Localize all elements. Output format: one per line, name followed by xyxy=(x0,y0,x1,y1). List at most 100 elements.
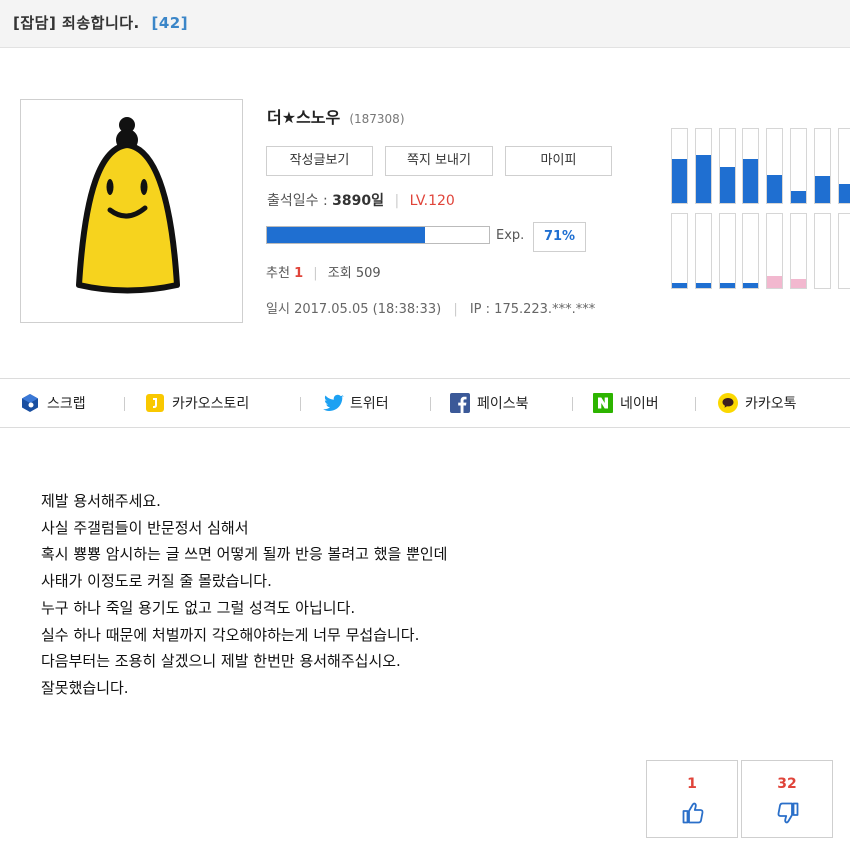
post-title-text: 죄송합니다. xyxy=(62,14,140,32)
activity-bottom-column xyxy=(790,213,807,289)
avatar xyxy=(20,99,243,323)
activity-top-bar xyxy=(743,158,759,203)
share-facebook[interactable]: 페이스북 xyxy=(450,393,529,415)
share-naver[interactable]: 네이버 xyxy=(593,393,659,415)
content-line: 다음부터는 조용히 살겠으니 제발 한번만 용서해주십시오. xyxy=(41,652,401,671)
content-line: 사실 주갤럼들이 반문정서 심해서 xyxy=(41,518,249,537)
author-user-id: (187308) xyxy=(349,112,405,126)
comment-count[interactable]: [42] xyxy=(151,14,188,32)
activity-bottom-column xyxy=(694,213,712,289)
share-kakaotalk-label: 카카오톡 xyxy=(745,396,797,412)
share-scrap[interactable]: 스크랩 xyxy=(20,393,86,415)
post-title-bar: [잡담] 죄송합니다. [42] xyxy=(0,0,850,48)
activity-bottom-column xyxy=(742,213,760,289)
share-scrap-label: 스크랩 xyxy=(47,396,86,412)
ip-value: 175.223.***.*** xyxy=(494,302,596,317)
share-kakaostory[interactable]: 카카오스토리 xyxy=(145,393,249,415)
activity-bottom-bar xyxy=(791,279,806,288)
activity-top-bar xyxy=(767,174,783,203)
view-posts-button[interactable]: 작성글보기 xyxy=(266,146,373,176)
activity-bottom-column xyxy=(718,213,736,289)
naver-icon xyxy=(593,393,613,413)
post-content: 제발 용서해주세요. 사실 주갤럼들이 반문정서 심해서 혹시 뿅뿅 암시하는 … xyxy=(41,488,447,702)
activity-bottom-bar xyxy=(743,282,759,288)
mypi-button[interactable]: 마이피 xyxy=(505,146,612,176)
recommend-views-row: 추천 1 | 조회 509 xyxy=(266,262,381,281)
exp-progress-bar xyxy=(266,226,490,244)
post-title: [잡담] 죄송합니다. [42] xyxy=(13,12,188,33)
views-label: 조회 xyxy=(327,266,352,281)
share-naver-label: 네이버 xyxy=(620,396,659,412)
date-label: 일시 xyxy=(266,302,290,317)
send-message-button[interactable]: 쪽지 보내기 xyxy=(385,146,493,176)
activity-bottom-column xyxy=(813,213,831,289)
content-line: 누구 하나 죽일 용기도 없고 그럴 성격도 아닙니다. xyxy=(41,598,356,617)
thumbs-up-icon xyxy=(682,802,704,824)
recommend-label: 추천 xyxy=(266,266,290,281)
share-twitter-label: 트위터 xyxy=(350,396,389,412)
scrap-icon xyxy=(20,393,40,413)
downvote-count: 32 xyxy=(777,776,797,792)
divider xyxy=(124,397,125,411)
ip-label: IP : xyxy=(469,302,491,317)
activity-bottom-bar xyxy=(719,282,735,288)
upvote-button[interactable]: 1 xyxy=(646,760,738,838)
divider xyxy=(572,397,573,411)
divider: | xyxy=(394,193,400,209)
activity-bottom-column xyxy=(766,213,784,289)
attendance-value: 3890일 xyxy=(332,193,384,209)
kakaostory-icon xyxy=(145,393,165,413)
content-line: 실수 하나 때문에 처벌까지 각오해야하는게 너무 무섭습니다. xyxy=(41,625,420,644)
author-nickname[interactable]: 더★스노우 xyxy=(267,108,340,127)
author-row: 더★스노우 (187308) xyxy=(267,104,405,128)
activity-bottom-column xyxy=(671,213,688,289)
activity-top-bar xyxy=(719,167,735,203)
upvote-count: 1 xyxy=(687,776,697,792)
activity-top-bar xyxy=(838,183,850,203)
activity-top-column xyxy=(671,128,688,204)
exp-percent: 71% xyxy=(533,222,586,252)
activity-top-column xyxy=(742,128,760,204)
activity-top-bar xyxy=(695,154,711,203)
share-twitter[interactable]: 트위터 xyxy=(323,393,389,415)
share-facebook-label: 페이스북 xyxy=(477,396,529,412)
activity-top-column xyxy=(813,128,831,204)
exp-progress-fill xyxy=(267,227,425,243)
thumbs-down-icon xyxy=(777,802,799,824)
divider xyxy=(300,397,301,411)
views-value: 509 xyxy=(355,266,381,281)
yellow-character-avatar-icon xyxy=(76,117,180,294)
activity-bottom-bar xyxy=(672,282,687,288)
activity-top-bar xyxy=(672,158,687,203)
divider xyxy=(695,397,696,411)
post-category: [잡담] xyxy=(13,14,57,32)
activity-top-column xyxy=(718,128,736,204)
content-line: 사태가 이정도로 커질 줄 몰랐습니다. xyxy=(41,572,272,591)
divider: | xyxy=(453,302,458,317)
activity-top-column xyxy=(837,128,850,204)
content-line: 제발 용서해주세요. xyxy=(41,492,161,510)
date-value: 2017.05.05 (18:38:33) xyxy=(294,302,442,317)
activity-top-column xyxy=(790,128,807,204)
recommend-value: 1 xyxy=(294,266,304,281)
twitter-icon xyxy=(323,393,344,413)
kakaotalk-icon xyxy=(718,393,738,413)
content-line: 혹시 뿅뿅 암시하는 글 쓰면 어떻게 될까 반응 볼려고 했을 뿐인데 xyxy=(41,545,448,564)
activity-top-column xyxy=(694,128,712,204)
attendance-row: 출석일수 : 3890일 | LV.120 xyxy=(267,190,455,210)
downvote-button[interactable]: 32 xyxy=(741,760,833,838)
attendance-label: 출석일수 : xyxy=(267,193,328,209)
divider xyxy=(430,397,431,411)
date-ip-row: 일시 2017.05.05 (18:38:33) | IP : 175.223.… xyxy=(266,298,595,317)
activity-bottom-bar xyxy=(767,276,783,288)
exp-label: Exp. xyxy=(496,228,525,243)
activity-chart xyxy=(671,128,850,290)
share-kakaostory-label: 카카오스토리 xyxy=(172,396,250,412)
activity-top-bar xyxy=(791,191,806,203)
activity-bottom-column xyxy=(837,213,850,289)
activity-top-column xyxy=(766,128,784,204)
share-kakaotalk[interactable]: 카카오톡 xyxy=(718,393,797,415)
activity-top-bar xyxy=(814,175,830,203)
content-line: 잘못했습니다. xyxy=(41,678,129,697)
facebook-icon xyxy=(450,393,470,413)
